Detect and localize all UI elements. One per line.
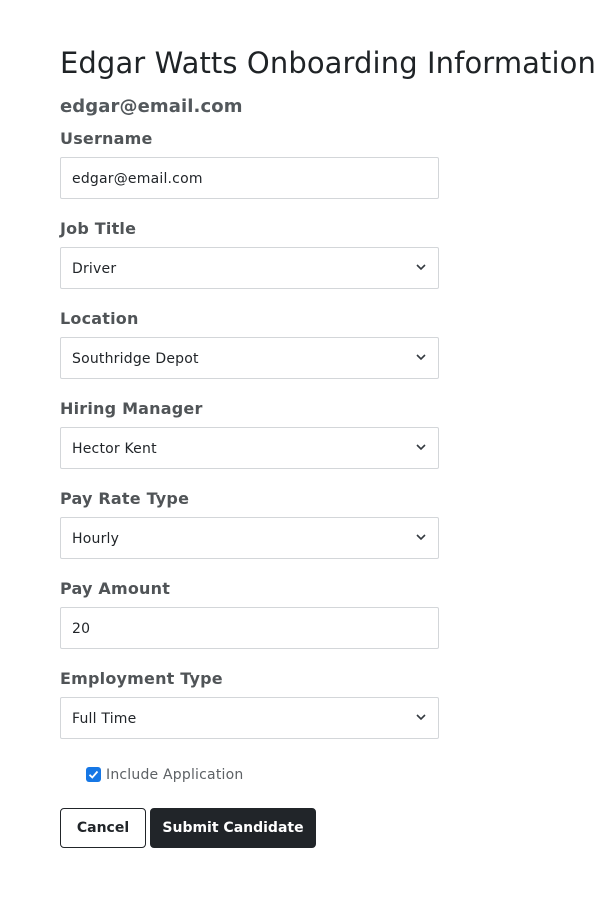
- check-icon: [88, 770, 99, 779]
- submit-candidate-button[interactable]: Submit Candidate: [150, 808, 316, 848]
- pay-amount-input[interactable]: 20: [60, 607, 439, 649]
- pay-rate-type-value: Hourly: [72, 531, 120, 547]
- chevron-down-icon: [416, 714, 426, 721]
- pay-rate-type-label: Pay Rate Type: [60, 489, 190, 508]
- job-title-value: Driver: [72, 261, 117, 277]
- employment-type-label: Employment Type: [60, 669, 223, 688]
- include-application-label[interactable]: Include Application: [106, 767, 243, 783]
- location-select[interactable]: Southridge Depot: [60, 337, 439, 379]
- candidate-email: edgar@email.com: [60, 96, 243, 117]
- chevron-down-icon: [416, 444, 426, 451]
- page-title: Edgar Watts Onboarding Information: [60, 46, 596, 80]
- username-input[interactable]: edgar@email.com: [60, 157, 439, 199]
- hiring-manager-value: Hector Kent: [72, 441, 157, 457]
- hiring-manager-label: Hiring Manager: [60, 399, 203, 418]
- pay-amount-label: Pay Amount: [60, 579, 171, 598]
- chevron-down-icon: [416, 264, 426, 271]
- hiring-manager-select[interactable]: Hector Kent: [60, 427, 439, 469]
- username-label: Username: [60, 129, 153, 148]
- job-title-label: Job Title: [60, 219, 137, 238]
- pay-amount-value: 20: [72, 621, 91, 637]
- location-value: Southridge Depot: [72, 351, 199, 367]
- username-value: edgar@email.com: [72, 171, 203, 187]
- location-label: Location: [60, 309, 139, 328]
- pay-rate-type-select[interactable]: Hourly: [60, 517, 439, 559]
- include-application-checkbox[interactable]: [86, 767, 101, 782]
- chevron-down-icon: [416, 534, 426, 541]
- cancel-button[interactable]: Cancel: [60, 808, 146, 848]
- employment-type-select[interactable]: Full Time: [60, 697, 439, 739]
- employment-type-value: Full Time: [72, 711, 137, 727]
- chevron-down-icon: [416, 354, 426, 361]
- job-title-select[interactable]: Driver: [60, 247, 439, 289]
